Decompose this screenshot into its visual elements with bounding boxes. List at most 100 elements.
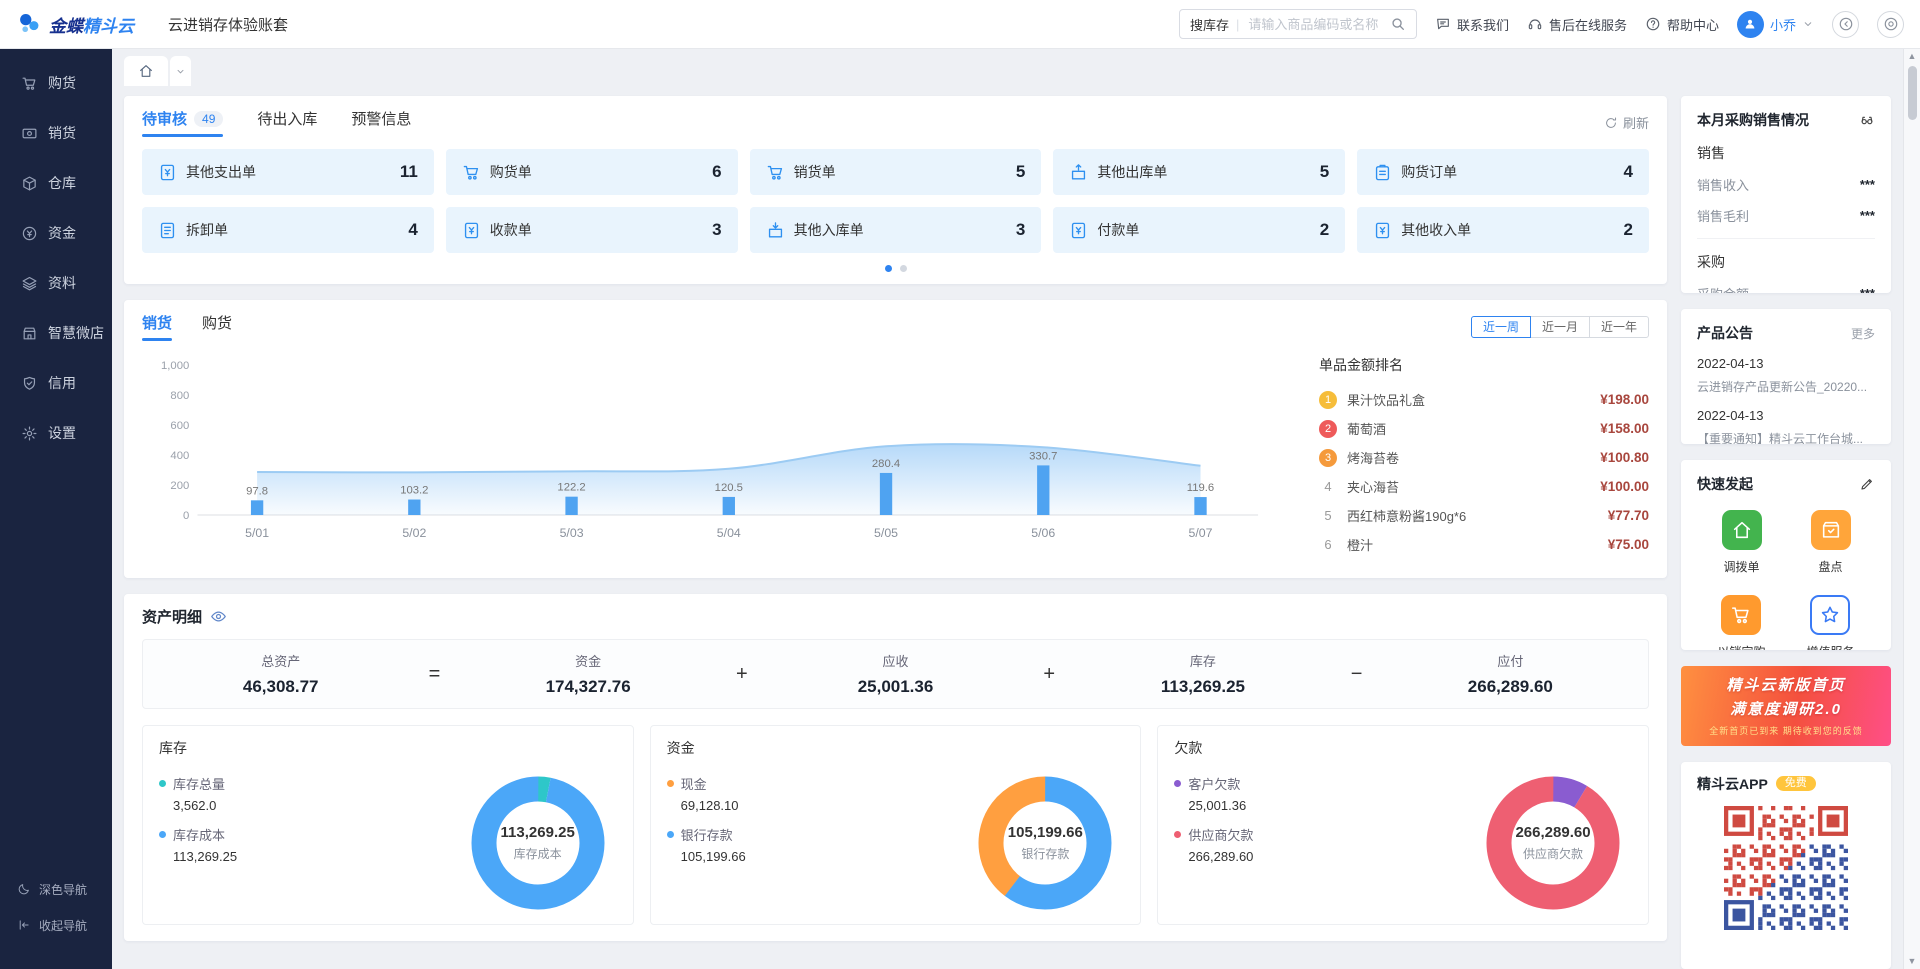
more-link[interactable]: 更多 [1851, 325, 1875, 342]
stat-value: 5 [1320, 162, 1329, 182]
stat-grid: 其他支出单 11 购货单 6 销货单 5 其他出库单 [142, 149, 1649, 253]
sidebar-item-label: 信用 [48, 373, 76, 393]
formula-value: 113,269.25 [1077, 677, 1328, 697]
stat-payment[interactable]: 付款单 2 [1053, 207, 1345, 253]
legend-value: 3,562.0 [173, 798, 463, 813]
dark-nav-toggle[interactable]: 深色导航 [0, 871, 112, 907]
clipboard-icon [1373, 163, 1392, 182]
ranking-row: 2 葡萄酒 ¥158.00 [1319, 414, 1649, 443]
svg-text:120.5: 120.5 [715, 482, 743, 494]
tab-purchase[interactable]: 购货 [202, 312, 232, 341]
sidebar-item-funds[interactable]: 资金 [0, 208, 112, 258]
sidebar-item-purchase[interactable]: 购货 [0, 58, 112, 108]
rank-name: 夹心海苔 [1347, 477, 1590, 496]
tab-sales[interactable]: 销货 [142, 312, 172, 341]
page-dot-1[interactable] [885, 265, 892, 272]
legend-label: 库存总量 [173, 774, 225, 793]
search-input[interactable] [1246, 16, 1390, 33]
inventory-donut: 113,269.25 库存成本 [463, 768, 613, 918]
scrollbar-thumb[interactable] [1908, 66, 1917, 120]
user-menu[interactable]: 小乔 [1737, 11, 1814, 38]
document-icon [158, 221, 177, 240]
collapse-nav-label: 收起导航 [39, 917, 87, 934]
quick-action-sell-to-order[interactable]: 以销定购 [1717, 595, 1765, 650]
svg-text:97.8: 97.8 [246, 485, 268, 497]
rank-name: 葡萄酒 [1347, 419, 1590, 438]
vertical-scrollbar[interactable]: ▲ ▼ [1903, 48, 1920, 969]
sidebar-item-warehouse[interactable]: 仓库 [0, 158, 112, 208]
svg-text:330.7: 330.7 [1029, 451, 1057, 463]
tab-pending-approval[interactable]: 待审核 49 [142, 108, 223, 137]
stat-other-outbound[interactable]: 其他出库单 5 [1053, 149, 1345, 195]
stat-other-inbound[interactable]: 其他入库单 3 [750, 207, 1042, 253]
quick-action-transfer[interactable]: 调拨单 [1722, 510, 1762, 575]
range-week-button[interactable]: 近一周 [1471, 316, 1531, 338]
logo[interactable]: 金蝶精斗云 [16, 11, 146, 37]
panel-legend: 客户欠款 25,001.36 供应商欠款 266,289.60 [1174, 768, 1478, 864]
history-button[interactable] [1832, 11, 1859, 38]
stat-disassembly[interactable]: 拆卸单 4 [142, 207, 434, 253]
tab-alerts[interactable]: 预警信息 [351, 108, 411, 137]
stat-label: 付款单 [1097, 220, 1139, 240]
banner-line1: 精斗云新版首页 [1726, 674, 1845, 695]
svg-text:5/06: 5/06 [1031, 526, 1055, 540]
announcement-date[interactable]: 2022-04-13 [1697, 356, 1875, 371]
ranking-title: 单品金额排名 [1319, 355, 1649, 375]
banner-line2: 满意度调研2.0 [1730, 698, 1842, 719]
eye-icon[interactable] [210, 608, 227, 625]
tab-pending-inout[interactable]: 待出入库 [257, 108, 317, 137]
quick-action-value-added[interactable]: 增值服务 [1806, 595, 1854, 650]
sidebar-item-label: 销货 [48, 123, 76, 143]
rank-amount: ¥100.00 [1600, 479, 1649, 494]
help-center-link[interactable]: 帮助中心 [1645, 15, 1719, 34]
stat-purchase-order[interactable]: 购货单 6 [446, 149, 738, 195]
search-scope-label[interactable]: 搜库存 [1190, 15, 1229, 34]
contact-us-link[interactable]: 联系我们 [1435, 15, 1509, 34]
silver-medal-icon: 2 [1319, 420, 1337, 438]
legend-label: 客户欠款 [1188, 774, 1240, 793]
stat-value: 11 [400, 162, 418, 182]
sidebar-item-data[interactable]: 资料 [0, 258, 112, 308]
sidebar-item-credit[interactable]: 信用 [0, 358, 112, 408]
pencil-icon[interactable] [1859, 476, 1875, 492]
scroll-up-arrow[interactable]: ▲ [1904, 48, 1920, 64]
sidebar-item-microstore[interactable]: 智慧微店 [0, 308, 112, 358]
stat-receipt[interactable]: 收款单 3 [446, 207, 738, 253]
stat-label: 拆卸单 [186, 220, 228, 240]
scroll-down-arrow[interactable]: ▼ [1904, 953, 1920, 969]
target-button[interactable] [1877, 11, 1904, 38]
refresh-button[interactable]: 刷新 [1604, 113, 1649, 132]
quick-action-stocktake[interactable]: 盘点 [1811, 510, 1851, 575]
glasses-icon[interactable] [1859, 112, 1875, 128]
sidebar-item-settings[interactable]: 设置 [0, 408, 112, 458]
tab-dropdown-button[interactable] [170, 56, 191, 86]
announcement-title[interactable]: 【重要通知】精斗云工作台城... [1697, 430, 1875, 444]
quick-action-label: 增值服务 [1806, 643, 1854, 650]
monthly-summary-card: 本月采购销售情况 销售 销售收入 *** 销售毛利 *** 采购 [1681, 96, 1891, 293]
stat-purchase-request[interactable]: 购货订单 4 [1357, 149, 1649, 195]
formula-payable: 应付 266,289.60 [1385, 651, 1636, 697]
legend-value: 25,001.36 [1188, 798, 1478, 813]
assets-formula: 总资产 46,308.77 = 资金 174,327.76 + 应收 25,00… [142, 639, 1649, 709]
range-year-button[interactable]: 近一年 [1589, 316, 1649, 338]
page-dot-2[interactable] [900, 265, 907, 272]
avatar [1737, 11, 1764, 38]
home-tab[interactable] [124, 56, 168, 86]
stat-other-income[interactable]: 其他收入单 2 [1357, 207, 1649, 253]
survey-banner[interactable]: 精斗云新版首页 满意度调研2.0 全新首页已到来 期待收到您的反馈 [1681, 666, 1891, 746]
rank-name: 果汁饮品礼盒 [1347, 390, 1590, 409]
stat-sales-order[interactable]: 销货单 5 [750, 149, 1042, 195]
collapse-nav-button[interactable]: 收起导航 [0, 907, 112, 943]
stat-other-expense[interactable]: 其他支出单 11 [142, 149, 434, 195]
donut-center-value: 113,269.25 [501, 824, 575, 841]
search-icon[interactable] [1390, 16, 1406, 32]
announcement-title[interactable]: 云进销存产品更新公告_20220... [1697, 378, 1875, 395]
announcement-date[interactable]: 2022-04-13 [1697, 408, 1875, 423]
after-sales-link[interactable]: 售后在线服务 [1527, 15, 1627, 34]
sidebar-item-sales[interactable]: 销货 [0, 108, 112, 158]
svg-text:5/02: 5/02 [402, 526, 426, 540]
row-label: 采购金额 [1697, 284, 1749, 293]
range-month-button[interactable]: 近一月 [1530, 316, 1590, 338]
stock-search[interactable]: 搜库存 | [1179, 9, 1417, 39]
svg-text:5/07: 5/07 [1189, 526, 1213, 540]
